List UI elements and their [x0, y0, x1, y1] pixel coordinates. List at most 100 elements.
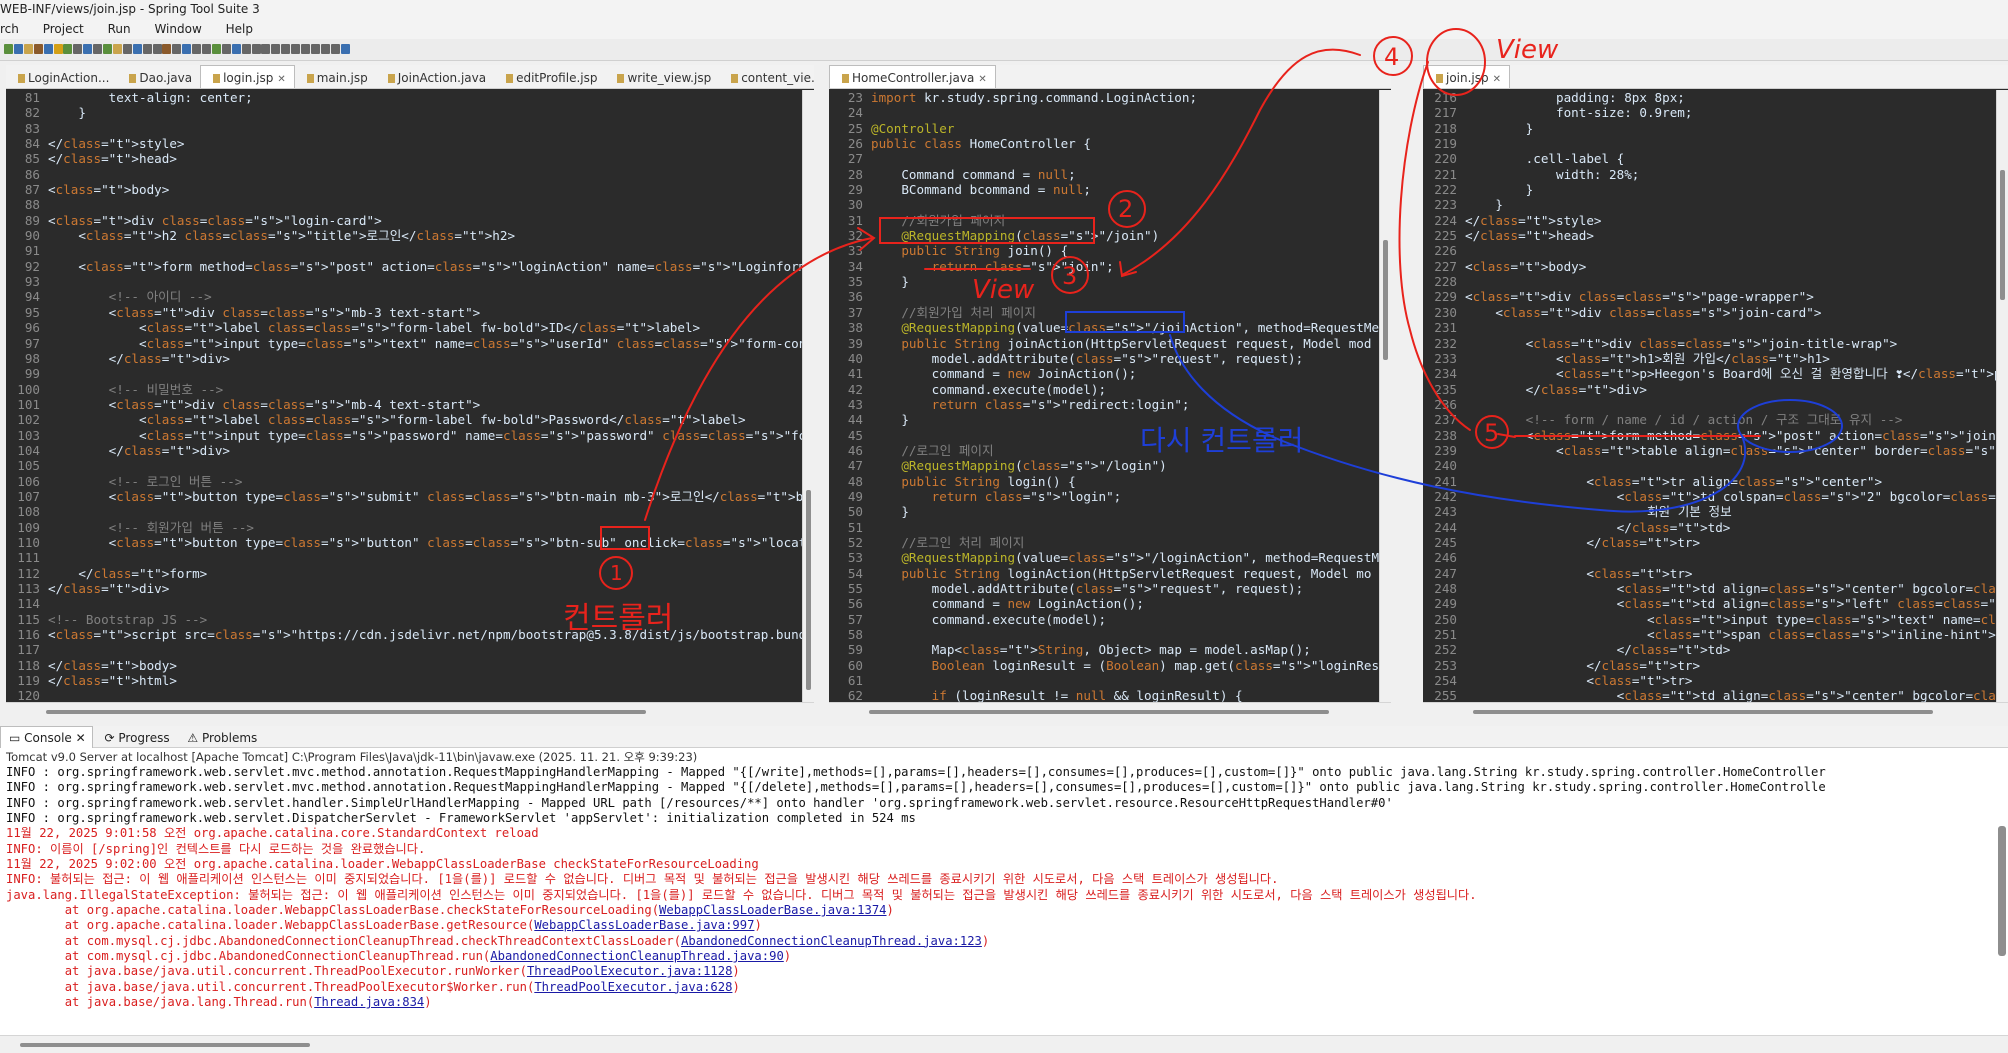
toolbar-button-icon[interactable]: [330, 44, 340, 54]
toolbar-button-icon[interactable]: [13, 44, 23, 54]
line-number: 106: [17, 473, 40, 489]
toolbar-button-icon[interactable]: [340, 44, 350, 54]
stack-link[interactable]: AbandonedConnectionCleanupThread.java:90: [490, 949, 784, 963]
line-number: 236: [1434, 396, 1457, 412]
menu-help[interactable]: Help: [226, 19, 253, 39]
horizontal-scrollbar[interactable]: [1423, 702, 2008, 720]
scroll-thumb[interactable]: [20, 1043, 310, 1047]
toolbar-button-icon[interactable]: [271, 44, 281, 54]
editor-tab[interactable]: content_vie...: [719, 66, 814, 88]
code-editor-join[interactable]: 216 padding: 8px 8px; 217 font-size: 0.9r…: [1423, 90, 1996, 702]
toolbar-button-icon[interactable]: [231, 44, 241, 54]
line-code: @Controller: [871, 120, 955, 136]
toolbar-button-icon[interactable]: [43, 44, 53, 54]
line-number: 226: [1434, 243, 1457, 259]
toolbar-button-icon[interactable]: [281, 44, 291, 54]
editor-tab[interactable]: main.jsp: [295, 66, 376, 88]
toolbar-button-icon[interactable]: [132, 44, 142, 54]
horizontal-scrollbar[interactable]: [829, 702, 1391, 720]
code-line: 28 Command command = null;: [829, 167, 1379, 182]
toolbar-button-icon[interactable]: [93, 44, 103, 54]
menu-window[interactable]: Window: [154, 19, 201, 39]
toolbar-button-icon[interactable]: [23, 44, 33, 54]
toolbar-button-icon[interactable]: [182, 44, 192, 54]
toolbar-button-icon[interactable]: [211, 44, 221, 54]
code-line: 87 <class="t">body>: [6, 182, 802, 197]
editor-tab[interactable]: editProfile.jsp: [494, 66, 605, 88]
editor-tab[interactable]: Dao.java: [117, 66, 200, 88]
line-code: <!-- form / name / id / action / 구조 그대로 …: [1465, 412, 1903, 428]
editor-tab[interactable]: write_view.jsp: [605, 66, 719, 88]
stack-link[interactable]: WebappClassLoaderBase.java:997: [534, 918, 754, 932]
vertical-scrollbar[interactable]: [1379, 90, 1391, 702]
menu-project[interactable]: Project: [43, 19, 84, 39]
stack-link[interactable]: Thread.java:834: [314, 995, 424, 1009]
tab-problems[interactable]: ⚠ Problems: [179, 727, 263, 749]
toolbar-button-icon[interactable]: [63, 44, 73, 54]
tab-label: editProfile.jsp: [516, 71, 598, 85]
code-line: 254 <class="t">tr>: [1423, 673, 1996, 688]
toolbar-button-icon[interactable]: [112, 44, 122, 54]
line-code: <class="t">table align=class="s">"center…: [1465, 442, 1996, 458]
close-icon[interactable]: ✕: [978, 74, 986, 85]
horizontal-scrollbar[interactable]: [0, 1035, 2008, 1053]
toolbar-button-icon[interactable]: [251, 44, 261, 54]
stack-link[interactable]: ThreadPoolExecutor.java:1128: [527, 964, 732, 978]
stack-link[interactable]: WebappClassLoaderBase.java:1374: [659, 903, 886, 917]
line-number: 109: [17, 519, 40, 535]
scroll-thumb[interactable]: [806, 490, 811, 690]
scroll-thumb[interactable]: [2000, 170, 2005, 300]
menu-run[interactable]: Run: [108, 19, 131, 39]
toolbar-button-icon[interactable]: [301, 44, 310, 54]
line-code: </class="t">div>: [48, 442, 230, 458]
scroll-thumb[interactable]: [869, 710, 1329, 714]
toolbar-button-icon[interactable]: [73, 44, 83, 54]
toolbar-button-icon[interactable]: [103, 44, 112, 54]
toolbar-button-icon[interactable]: [310, 44, 320, 54]
toolbar-button-icon[interactable]: [142, 44, 152, 54]
stack-link[interactable]: AbandonedConnectionCleanupThread.java:12…: [681, 934, 982, 948]
scroll-thumb[interactable]: [1383, 240, 1388, 360]
editor-tab[interactable]: JoinAction.java: [376, 66, 494, 88]
code-editor-login[interactable]: 81 text-align: center; 82 } 83 84 </class="t…: [6, 90, 802, 702]
stack-link[interactable]: ThreadPoolExecutor.java:628: [534, 980, 732, 994]
toolbar-button-icon[interactable]: [202, 44, 211, 54]
toolbar-button-icon[interactable]: [192, 44, 202, 54]
line-number: 24: [847, 105, 863, 121]
toolbar-button-icon[interactable]: [241, 44, 251, 54]
editor-tab[interactable]: LoginAction...: [6, 66, 117, 88]
toolbar-button-icon[interactable]: [33, 44, 43, 54]
vertical-scrollbar[interactable]: [1996, 90, 2008, 702]
editor-tab[interactable]: HomeController.java ✕: [829, 65, 996, 88]
toolbar-button-icon[interactable]: [162, 44, 172, 54]
toolbar-button-icon[interactable]: [152, 44, 162, 54]
menu-search[interactable]: rch: [0, 19, 19, 39]
console-output[interactable]: INFO : org.springframework.web.servlet.m…: [6, 765, 1994, 1035]
line-number: 52: [847, 534, 863, 550]
console-scroll-thumb[interactable]: [1998, 826, 2006, 956]
toolbar-button-icon[interactable]: [172, 44, 182, 54]
horizontal-scrollbar[interactable]: [6, 702, 814, 720]
toolbar-button-icon[interactable]: [4, 44, 13, 54]
close-icon[interactable]: ✕: [1493, 74, 1501, 85]
scroll-thumb[interactable]: [46, 710, 646, 714]
toolbar-button-icon[interactable]: [83, 44, 93, 54]
toolbar-button-icon[interactable]: [221, 44, 231, 54]
line-code: command = new LoginAction();: [871, 596, 1144, 612]
scroll-thumb[interactable]: [1473, 710, 1933, 714]
vertical-scrollbar[interactable]: [802, 90, 814, 702]
editor-tab[interactable]: join.jsp ✕: [1423, 65, 1511, 88]
toolbar-button-icon[interactable]: [291, 44, 301, 54]
editor-tab[interactable]: login.jsp ✕: [200, 65, 295, 88]
line-number: 87: [24, 182, 40, 198]
toolbar-button-icon[interactable]: [261, 44, 271, 54]
code-line: 230 <class="t">div class=class="s">"join…: [1423, 305, 1996, 320]
tab-progress[interactable]: ⟳ Progress: [97, 727, 176, 749]
tab-console[interactable]: ▭ Console ✕: [0, 726, 93, 748]
code-editor-controller[interactable]: 23 import kr.study.spring.command.LoginAc…: [829, 90, 1379, 702]
line-number: 48: [847, 473, 863, 489]
toolbar-button-icon[interactable]: [320, 44, 330, 54]
close-icon[interactable]: ✕: [277, 74, 285, 85]
toolbar-button-icon[interactable]: [53, 44, 63, 54]
toolbar-button-icon[interactable]: [122, 44, 132, 54]
